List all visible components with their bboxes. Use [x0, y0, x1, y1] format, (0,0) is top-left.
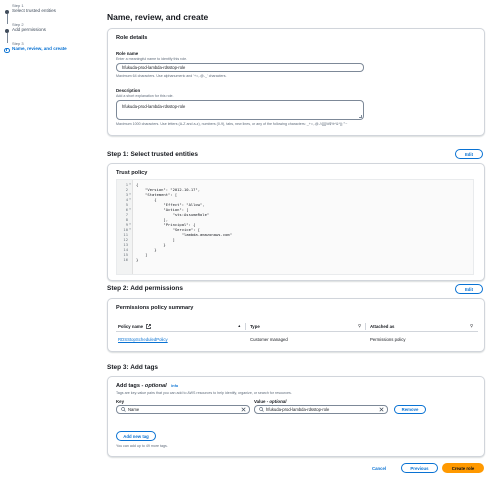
step3-title: Step 3: Add tags — [107, 364, 159, 371]
line-number: 16 — [123, 257, 128, 262]
tags-header-text: Add tags - — [116, 383, 145, 389]
description-label: Description — [116, 88, 141, 93]
step-current-dot-icon — [4, 47, 10, 53]
tag-key-input[interactable]: Name — [116, 405, 250, 414]
code-line: 16} — [117, 257, 473, 262]
trust-policy-header: Trust policy — [116, 170, 148, 176]
sort-ascending-icon[interactable]: ▲ — [237, 324, 241, 328]
role-name-constraint: Maximum 64 characters. Use alphanumeric … — [116, 73, 227, 78]
role-details-header: Role details — [116, 35, 148, 41]
col-attached-as-label: Attached as — [370, 323, 395, 329]
value-label: Value - optional — [254, 399, 286, 404]
description-constraint: Maximum 1000 characters. Use letters (A-… — [116, 121, 348, 126]
tag-value-input[interactable]: hfukuda-prod-lambda-rdsstop-role — [254, 405, 388, 414]
external-link-icon — [146, 323, 151, 329]
col-type-label: Type — [250, 323, 260, 329]
description-hint: Add a short explanation for this role. — [116, 93, 174, 98]
step-title: Add permissions — [12, 27, 46, 32]
step-title: Name, review, and create — [12, 46, 67, 51]
permissions-summary-panel: Permissions policy summary Policy name ▲… — [107, 298, 485, 352]
tags-header-optional: optional — [144, 383, 167, 389]
policy-name-link[interactable]: RDSStopScheduledPolicy — [118, 337, 168, 342]
role-name-label: Role name — [116, 51, 139, 56]
description-textarea[interactable]: hfukuda-prod-lambda-rdsstop-role — [116, 99, 364, 120]
search-icon — [259, 407, 264, 412]
value-label-text: Value - — [254, 399, 270, 404]
page-title: Name, review, and create — [107, 12, 209, 22]
trust-policy-code: 1 ▾{2 "Version": "2012-10-17", 3 ▾ "Stateme… — [116, 179, 474, 275]
col-policy-name[interactable]: Policy name ▲ — [116, 321, 246, 331]
sort-icon[interactable]: ▽ — [358, 324, 361, 328]
permissions-table-header: Policy name ▲ Type ▽ Attached as ▽ — [116, 321, 478, 332]
create-role-button[interactable]: Create role — [442, 463, 484, 473]
previous-button[interactable]: Previous — [401, 463, 438, 473]
wizard-steps: Step 1 Select trusted entities Step 2 Ad… — [4, 3, 88, 60]
tag-value-value: hfukuda-prod-lambda-rdsstop-role — [266, 407, 330, 412]
step-title: Select trusted entities — [12, 8, 56, 13]
tags-description: Tags are key-value pairs that you can ad… — [116, 391, 292, 395]
step-1[interactable]: Step 1 Select trusted entities — [4, 3, 88, 24]
add-new-tag-button[interactable]: Add new tag — [116, 431, 156, 441]
step-2[interactable]: Step 2 Add permissions — [4, 22, 88, 43]
search-icon — [121, 407, 126, 412]
tags-header: Add tags - optional Info — [116, 383, 178, 389]
clear-icon[interactable] — [241, 407, 246, 412]
col-type[interactable]: Type ▽ — [246, 321, 366, 331]
col-policy-name-label: Policy name — [118, 323, 144, 329]
description-value: hfukuda-prod-lambda-rdsstop-role — [122, 103, 186, 109]
trust-policy-panel: Trust policy 1 ▾{2 "Version": "2012-10-17… — [107, 163, 485, 281]
table-row: RDSStopScheduledPolicy Customer managed … — [116, 333, 478, 345]
tags-panel: Add tags - optional Info Tags are key-va… — [107, 376, 485, 457]
role-name-hint: Enter a meaningful name to identify this… — [116, 56, 188, 61]
step1-title: Step 1: Select trusted entities — [107, 151, 199, 158]
role-name-input[interactable]: hfukuda-prod-lambda-rdsstop-role — [116, 62, 364, 72]
sort-icon[interactable]: ▽ — [470, 324, 473, 328]
role-details-panel: Role details Role name Enter a meaningfu… — [107, 28, 485, 136]
tag-key-value: Name — [128, 407, 140, 412]
tags-limit-hint: You can add up to 49 more tags. — [116, 444, 168, 448]
col-attached-as[interactable]: Attached as ▽ — [366, 321, 478, 331]
clear-icon[interactable] — [379, 407, 384, 412]
code-text: } — [136, 257, 139, 262]
cancel-button[interactable]: Cancel — [372, 466, 386, 471]
permissions-summary-header: Permissions policy summary — [116, 305, 194, 311]
role-name-value: hfukuda-prod-lambda-rdsstop-role — [122, 64, 186, 70]
step1-edit-button[interactable]: Edit — [455, 149, 483, 159]
policy-attached-as: Permissions policy — [370, 336, 406, 342]
key-label: Key — [116, 399, 125, 404]
value-label-optional: optional — [269, 399, 287, 404]
info-link[interactable]: Info — [171, 384, 178, 388]
step2-title: Step 2: Add permissions — [107, 285, 183, 292]
step2-edit-button[interactable]: Edit — [455, 284, 483, 294]
resize-handle-icon[interactable] — [359, 114, 362, 118]
remove-tag-button[interactable]: Remove — [394, 405, 426, 414]
policy-type: Customer managed — [250, 336, 288, 342]
step-3: Step 3 Name, review, and create — [4, 41, 88, 60]
